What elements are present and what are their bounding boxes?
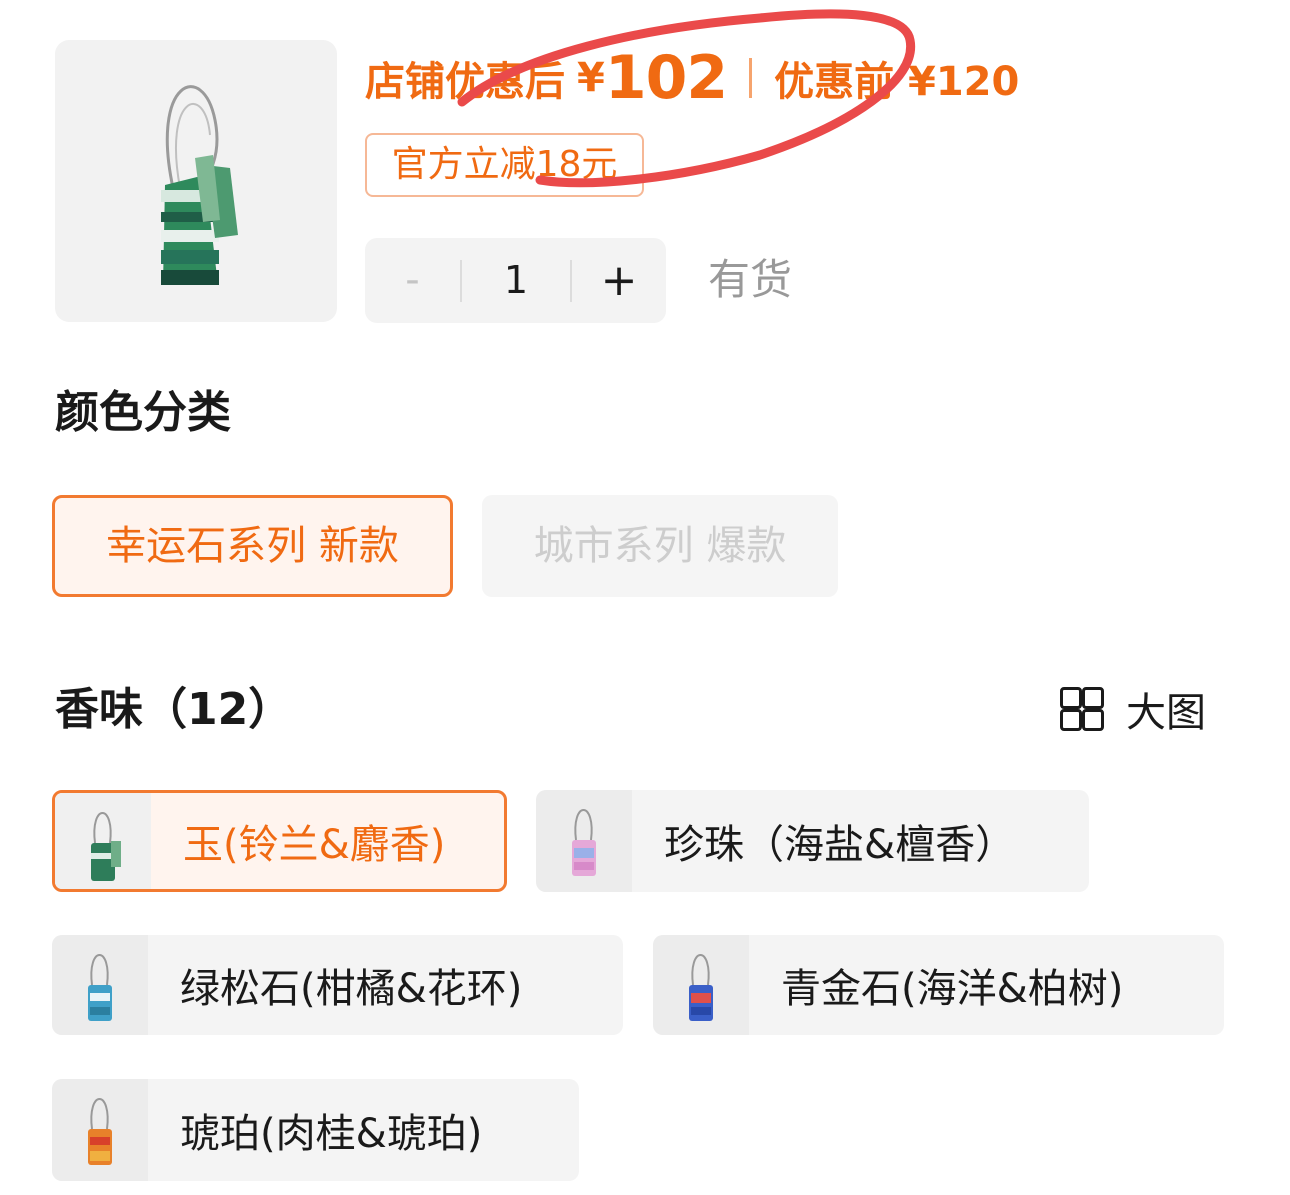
scent-option-label: 青金石(海洋&柏树) bbox=[781, 966, 1124, 1012]
price-currency: ¥ bbox=[577, 55, 605, 101]
quantity-stepper: - 1 + bbox=[365, 238, 666, 323]
scent-section-title: 香味（12） bbox=[55, 684, 293, 735]
scent-option-lapis[interactable]: 青金石(海洋&柏树) bbox=[653, 935, 1224, 1035]
discount-tag: 官方立减18元 bbox=[365, 133, 644, 197]
color-option-city[interactable]: 城市系列 爆款 bbox=[482, 495, 838, 597]
scent-option-amber[interactable]: 琥珀(肉桂&琥珀) bbox=[52, 1079, 579, 1181]
scent-option-pearl[interactable]: 珍珠（海盐&檀香） bbox=[536, 790, 1089, 892]
quantity-value[interactable]: 1 bbox=[462, 238, 570, 323]
price-divider bbox=[749, 58, 753, 98]
scent-option-jade[interactable]: 玉(铃兰&麝香) bbox=[52, 790, 507, 892]
stock-status: 有货 bbox=[708, 255, 793, 304]
scent-option-label: 琥珀(肉桂&琥珀) bbox=[180, 1111, 483, 1157]
amber-sachet-thumbnail bbox=[52, 1079, 148, 1181]
lapis-sachet-thumbnail bbox=[653, 935, 749, 1035]
decrease-quantity-button[interactable]: - bbox=[365, 238, 460, 323]
sachet-product-image bbox=[161, 85, 238, 285]
color-option-lucky-stone[interactable]: 幸运石系列 新款 bbox=[52, 495, 453, 597]
price-line: 店铺优惠后 ¥ 102 优惠前 ¥120 bbox=[365, 38, 1019, 118]
price-after-discount: 102 bbox=[604, 43, 728, 113]
product-image[interactable] bbox=[55, 40, 337, 322]
scent-option-label: 绿松石(柑橘&花环) bbox=[180, 966, 523, 1012]
scent-option-label: 珍珠（海盐&檀香） bbox=[664, 822, 1016, 868]
jade-sachet-thumbnail bbox=[55, 793, 151, 889]
increase-quantity-button[interactable]: + bbox=[572, 238, 666, 323]
color-category-title: 颜色分类 bbox=[55, 387, 231, 438]
grid-view-icon bbox=[1060, 687, 1104, 731]
price-before-discount: 优惠前 ¥120 bbox=[774, 59, 1020, 105]
large-image-toggle[interactable]: 大图 bbox=[1060, 683, 1206, 736]
large-image-label: 大图 bbox=[1126, 690, 1206, 736]
pearl-sachet-thumbnail bbox=[536, 790, 632, 892]
scent-option-label: 玉(铃兰&麝香) bbox=[183, 822, 446, 868]
price-after-discount-label: 店铺优惠后 bbox=[365, 59, 565, 105]
scent-option-turquoise[interactable]: 绿松石(柑橘&花环) bbox=[52, 935, 623, 1035]
turquoise-sachet-thumbnail bbox=[52, 935, 148, 1035]
